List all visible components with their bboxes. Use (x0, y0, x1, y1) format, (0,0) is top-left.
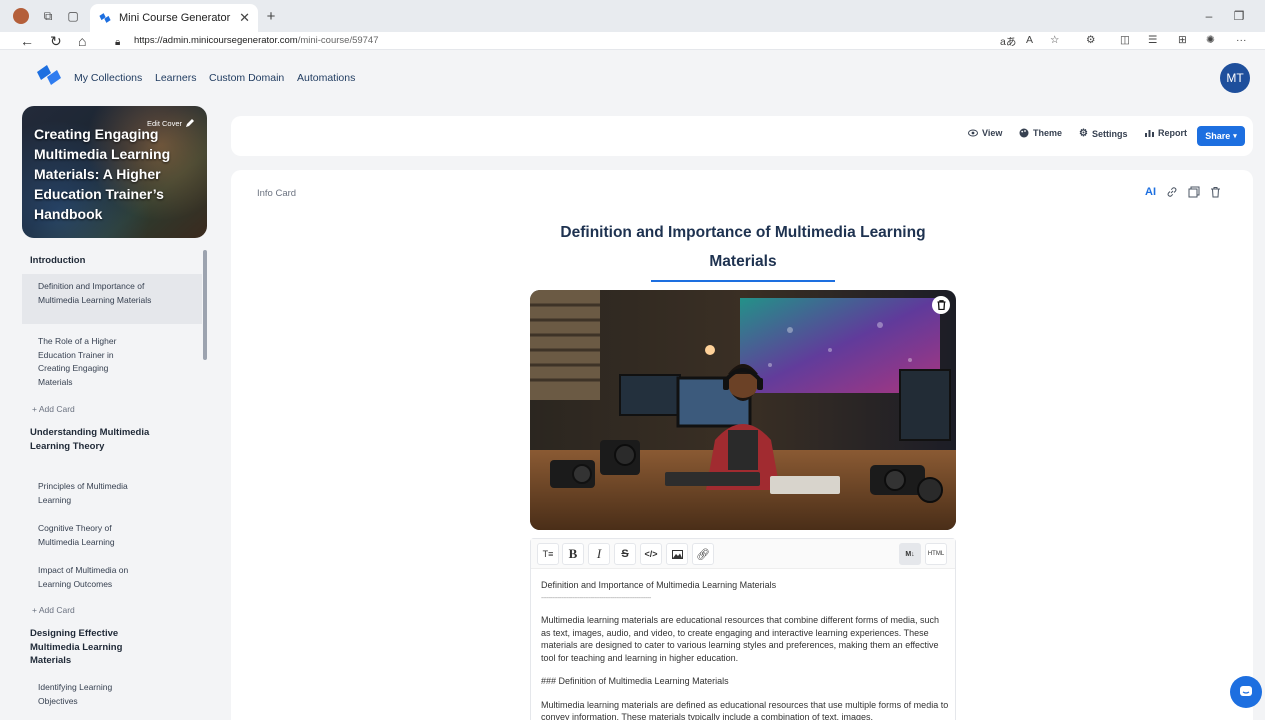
more-icon[interactable]: ··· (1236, 34, 1247, 46)
editor-paragraph-1: Multimedia learning materials are educat… (541, 615, 940, 663)
refresh-icon[interactable]: ↻ (50, 33, 62, 49)
trash-icon[interactable] (1210, 186, 1221, 198)
view-button[interactable]: View (968, 128, 1002, 138)
favorite-star-icon[interactable]: ☆ (1050, 34, 1059, 46)
close-tab-icon[interactable]: ✕ (239, 10, 250, 26)
bar-chart-icon (1145, 130, 1154, 137)
report-label: Report (1158, 128, 1187, 138)
chat-support-button[interactable] (1230, 676, 1262, 708)
image-icon[interactable] (666, 543, 688, 565)
editor-toolbar: T≡ B I S </> 🔗︎ M↓ HTML (531, 539, 955, 569)
strikethrough-icon[interactable]: S (614, 543, 636, 565)
italic-icon[interactable]: I (588, 543, 610, 565)
sidebar-section-theory[interactable]: Understanding Multimedia Learning Theory (30, 426, 155, 453)
title-underline (651, 280, 835, 282)
logo-icon[interactable] (36, 63, 62, 87)
link-icon[interactable] (1166, 186, 1178, 198)
markdown-editor[interactable]: T≡ B I S </> 🔗︎ M↓ HTML Definition and I… (530, 538, 956, 720)
card-title: Definition and Importance of Multimedia … (560, 224, 926, 270)
eye-icon (968, 129, 978, 137)
avatar[interactable]: MT (1220, 63, 1250, 93)
chevron-down-icon: ▾ (1233, 133, 1237, 140)
editor-heading-underline: ----------------------------------------… (541, 594, 651, 602)
nav-custom-domain[interactable]: Custom Domain (209, 72, 284, 84)
sidebar-item-cognitive-theory[interactable]: Cognitive Theory of Multimedia Learning (38, 522, 148, 549)
heading-icon[interactable]: T≡ (537, 543, 559, 565)
nav-learners[interactable]: Learners (155, 72, 196, 84)
new-tab-icon[interactable]: + (262, 7, 280, 25)
sidebar-item-principles[interactable]: Principles of Multimedia Learning (38, 480, 158, 507)
info-card-panel: Info Card AI Definition and Importance o… (231, 170, 1253, 720)
nav-my-collections[interactable]: My Collections (74, 72, 142, 84)
chat-icon (1240, 686, 1252, 696)
url-host: https://admin.minicoursegenerator.com (134, 35, 298, 46)
editor-subheading: ### Definition of Multimedia Learning Ma… (541, 676, 729, 686)
card-type-label: Info Card (257, 188, 297, 199)
minimize-icon[interactable]: – (1200, 7, 1218, 25)
editor-heading: Definition and Importance of Multimedia … (541, 580, 777, 590)
sidebar-item-definition[interactable]: Definition and Importance of Multimedia … (38, 280, 158, 307)
sidebar-scrollbar[interactable] (203, 250, 207, 360)
app-header: My Collections Learners Custom Domain Au… (0, 51, 1265, 103)
share-button[interactable]: Share ▾ (1197, 126, 1245, 146)
back-icon[interactable]: ← (20, 33, 34, 49)
editor-paragraph-2: Multimedia learning materials are define… (541, 699, 949, 720)
tab-actions-icon[interactable]: ▢ (64, 7, 82, 25)
share-label: Share (1205, 131, 1231, 141)
nav-automations[interactable]: Automations (297, 72, 355, 84)
delete-image-button[interactable] (932, 296, 950, 314)
editor-content[interactable]: Definition and Importance of Multimedia … (541, 579, 951, 720)
favorites-icon[interactable]: ☰ (1148, 34, 1157, 46)
sidebar-item-trainer-role[interactable]: The Role of a Higher Education Trainer i… (38, 335, 138, 389)
report-button[interactable]: Report (1145, 128, 1187, 138)
lock-icon: 🔒︎ (115, 37, 121, 48)
link-icon[interactable]: 🔗︎ (692, 543, 714, 565)
url-path: /mini-course/59747 (297, 35, 379, 46)
code-icon[interactable]: </> (640, 543, 662, 565)
url-field[interactable]: https://admin.minicoursegenerator.com/mi… (134, 35, 379, 46)
extensions-icon[interactable]: ⚙ (1086, 34, 1095, 46)
restore-icon[interactable]: ❐ (1230, 7, 1248, 25)
home-icon[interactable]: ⌂ (78, 33, 86, 49)
trash-icon (937, 300, 945, 310)
workspaces-icon[interactable]: ⧉ (39, 7, 57, 25)
settings-label: Settings (1091, 128, 1128, 139)
course-cover: Edit Cover Creating Engaging Multimedia … (22, 106, 207, 238)
duplicate-icon[interactable] (1188, 186, 1200, 198)
bold-icon[interactable]: B (562, 543, 584, 565)
address-bar: ← ↻ ⌂ 🔒︎ https://admin.minicoursegenerat… (0, 32, 1265, 50)
tab-title: Mini Course Generator (119, 12, 231, 24)
browser-tab[interactable]: Mini Course Generator ✕ (90, 4, 258, 32)
palette-icon (1019, 128, 1029, 138)
text-size-icon[interactable]: A (1026, 34, 1033, 46)
sidebar-section-introduction[interactable]: Introduction (30, 254, 180, 268)
ai-button[interactable]: AI (1145, 186, 1156, 198)
studio-illustration (530, 290, 956, 530)
card-tools: AI (1145, 186, 1221, 198)
favicon-icon (99, 13, 111, 23)
split-screen-icon[interactable]: ◫ (1120, 34, 1130, 46)
course-sidebar: Introduction Definition and Importance o… (22, 246, 208, 720)
read-aloud-icon[interactable]: aあ (1000, 34, 1016, 49)
sidebar-item-impact[interactable]: Impact of Multimedia on Learning Outcome… (38, 564, 153, 591)
browser-tab-bar: ⧉ ▢ Mini Course Generator ✕ + – ❐ (0, 0, 1265, 32)
card-image (530, 290, 956, 530)
html-toggle-icon[interactable]: HTML (925, 543, 947, 565)
add-card-button[interactable]: + Add Card (32, 605, 75, 615)
settings-button[interactable]: ⚙ Settings (1079, 128, 1127, 139)
markdown-toggle-icon[interactable]: M↓ (899, 543, 921, 565)
view-label: View (982, 128, 1003, 138)
sidebar-item-learning-objectives[interactable]: Identifying Learning Objectives (38, 681, 133, 708)
course-title: Creating Engaging Multimedia Learning Ma… (34, 126, 171, 222)
theme-button[interactable]: Theme (1019, 128, 1062, 138)
theme-label: Theme (1033, 128, 1063, 138)
gear-icon: ⚙ (1079, 128, 1088, 139)
collections-icon[interactable]: ⊞ (1178, 34, 1187, 46)
add-card-button[interactable]: + Add Card (32, 404, 75, 414)
profile-icon[interactable] (13, 8, 29, 24)
sidebar-section-designing[interactable]: Designing Effective Multimedia Learning … (30, 627, 155, 668)
performance-icon[interactable]: ✺ (1206, 34, 1215, 46)
course-toolbar: View Theme ⚙ Settings Report Share ▾ (231, 116, 1253, 156)
